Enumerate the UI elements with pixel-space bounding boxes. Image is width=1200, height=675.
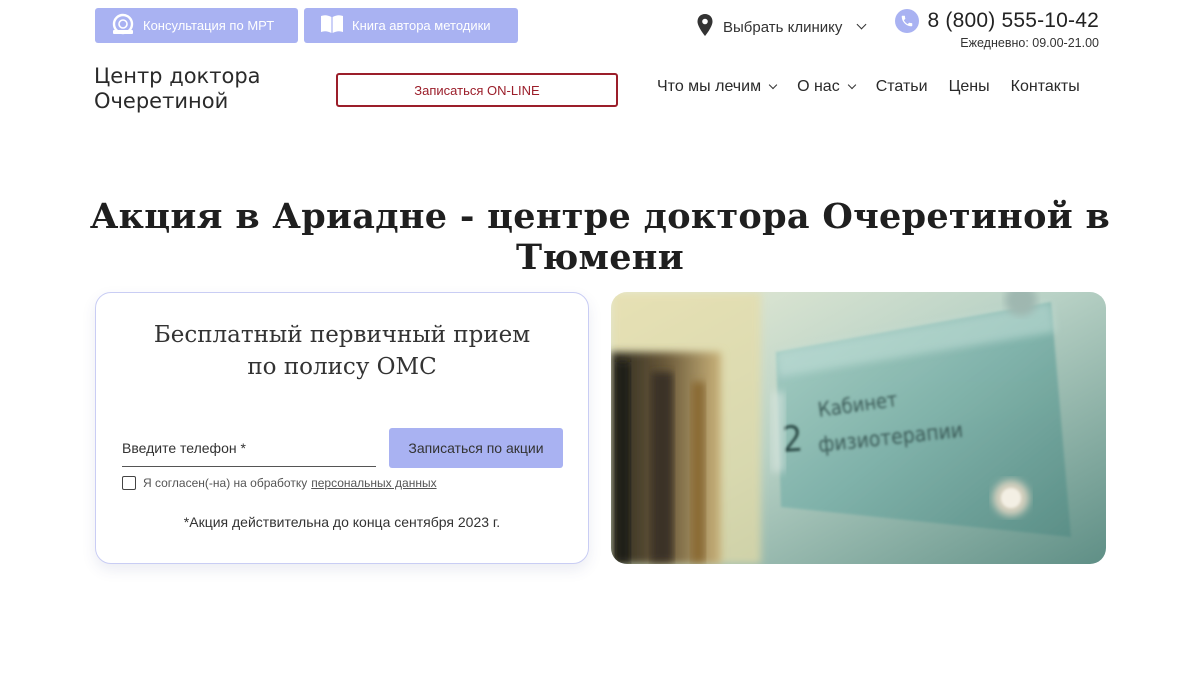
submit-promo-button[interactable]: Записаться по акции: [389, 428, 563, 468]
consent-row: Я согласен(-на) на обработку персональных…: [122, 476, 437, 490]
clinic-select[interactable]: Выбрать клинику: [697, 14, 867, 40]
clinic-select-label: Выбрать клинику: [723, 18, 843, 36]
main-nav: Что мы лечим О нас Статьи Цены Контакты: [657, 78, 1080, 96]
working-hours: Ежедневно: 09.00-21.00: [960, 36, 1099, 50]
mri-consultation-label: Консультация по МРТ: [143, 18, 275, 33]
logo-line-2: Очеретиной: [94, 89, 229, 113]
logo[interactable]: Центр доктора Очеретиной: [94, 64, 261, 114]
book-online-button[interactable]: Записаться ON-LINE: [336, 73, 618, 107]
promo-form-card: Бесплатный первичный прием по полису ОМС…: [95, 292, 589, 564]
nav-item-treatments[interactable]: Что мы лечим: [657, 78, 778, 96]
clinic-room-photo: 2 Кабинет физиотерапии: [611, 292, 1106, 564]
phone-number-link[interactable]: 8 (800) 555-10-42: [927, 9, 1099, 33]
map-pin-icon: [697, 14, 713, 40]
form-title-line-1: Бесплатный первичный прием: [153, 322, 531, 348]
chevron-down-icon: [856, 19, 867, 29]
consent-label: Я согласен(-на) на обработку: [143, 476, 308, 490]
privacy-policy-link[interactable]: персональных данных: [311, 476, 436, 490]
phone-input[interactable]: [122, 429, 376, 467]
mri-consultation-button[interactable]: Консультация по МРТ: [95, 8, 298, 43]
logo-line-1: Центр доктора: [94, 64, 261, 88]
chevron-down-icon: [847, 80, 856, 90]
page-title: Акция в Ариадне - центре доктора Очерети…: [89, 196, 1111, 278]
nav-item-articles[interactable]: Статьи: [876, 78, 928, 96]
form-title-line-2: по полису ОМС: [247, 354, 437, 380]
open-book-icon: [320, 13, 344, 38]
promo-validity-note: *Акция действительна до конца сентября 2…: [183, 514, 501, 530]
mri-scanner-icon: [111, 13, 135, 38]
nav-item-about[interactable]: О нас: [797, 78, 856, 96]
chevron-down-icon: [768, 80, 778, 90]
author-book-label: Книга автора методики: [352, 18, 491, 33]
contact-block: 8 (800) 555-10-42 Ежедневно: 09.00-21.00: [895, 9, 1099, 50]
author-book-button[interactable]: Книга автора методики: [304, 8, 518, 43]
form-title: Бесплатный первичный прием по полису ОМС: [96, 319, 588, 383]
nav-item-contacts[interactable]: Контакты: [1011, 78, 1080, 96]
nav-item-label: Что мы лечим: [657, 78, 762, 95]
nav-item-label: О нас: [797, 78, 840, 95]
phone-icon: [895, 9, 920, 33]
nav-item-prices[interactable]: Цены: [949, 78, 990, 96]
consent-text: Я согласен(-на) на обработку персональных…: [143, 476, 437, 490]
consent-checkbox[interactable]: [122, 476, 136, 490]
